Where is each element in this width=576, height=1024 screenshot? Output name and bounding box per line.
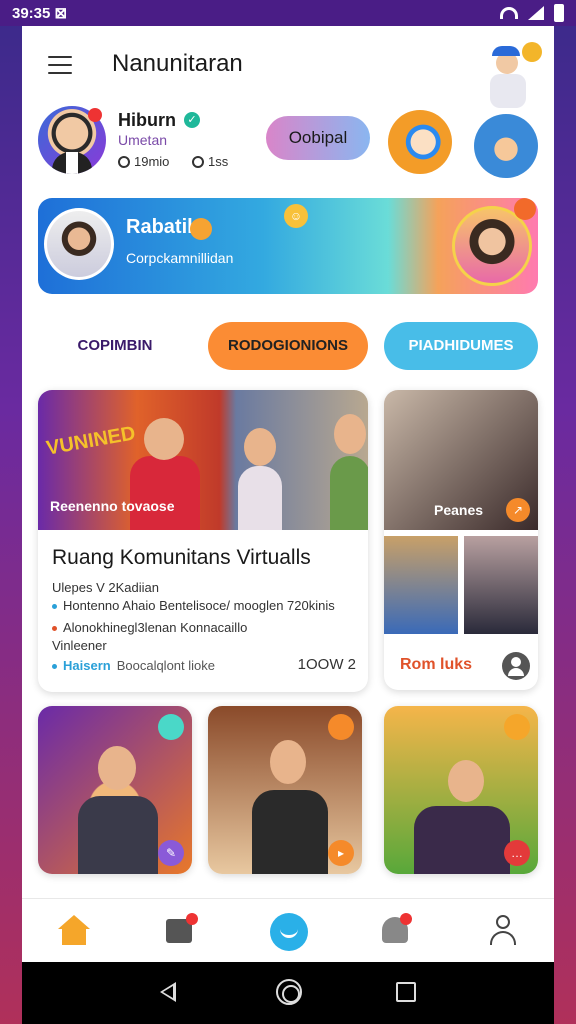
profile-icon[interactable] bbox=[486, 913, 522, 949]
verified-icon: ✓ bbox=[184, 112, 200, 128]
battery-icon bbox=[554, 4, 564, 22]
feature-footer: Haisern Boocalqlont lioke bbox=[52, 658, 215, 673]
tab-2[interactable]: RODOGIONIONS bbox=[208, 322, 368, 370]
stat-followers: 19mio bbox=[118, 154, 169, 169]
profile-name: Hiburn bbox=[118, 110, 176, 130]
status-bar: 39:35 ⊠ bbox=[0, 0, 576, 26]
feature-title: Ruang Komunitans Virtualls bbox=[52, 546, 311, 569]
system-nav-bar bbox=[22, 962, 554, 1024]
top-bar: Nanunitaran bbox=[22, 26, 554, 102]
avatar-badge-icon bbox=[158, 714, 184, 740]
feature-line: Vinleener bbox=[52, 638, 107, 653]
emoji-icon: ☺ bbox=[284, 204, 308, 228]
feature-image-text: VUNINED bbox=[44, 422, 138, 460]
app-screen: Nanunitaran Hiburn ✓ Umetan 19mio 1ss Oo… bbox=[22, 26, 554, 962]
side-thumb-1[interactable] bbox=[384, 536, 458, 634]
circle-icon bbox=[118, 155, 130, 168]
recent-apps-icon[interactable] bbox=[396, 982, 416, 1002]
sun-badge-icon bbox=[504, 714, 530, 740]
side-image-caption: Peanes bbox=[434, 502, 484, 518]
banner-subtitle: Corpckamnillidan bbox=[126, 250, 234, 266]
stat-following: 1ss bbox=[192, 154, 228, 169]
user-icon[interactable] bbox=[502, 652, 530, 680]
grid-card-2[interactable]: ▸ bbox=[208, 706, 362, 874]
tab-1[interactable]: COPIMBIN bbox=[38, 322, 192, 370]
feature-line: Ulepes V 2Kadiian bbox=[52, 580, 159, 595]
feature-image: VUNINED Reenenno tovaose bbox=[38, 390, 368, 530]
feature-image-caption: Reenenno tovaose bbox=[50, 498, 175, 514]
chat-icon[interactable] bbox=[270, 913, 308, 951]
coin-badge-icon bbox=[522, 42, 542, 62]
feature-footer-text: Boocalqlont lioke bbox=[116, 658, 215, 673]
chat-bubble-icon[interactable]: … bbox=[504, 840, 530, 866]
profile-role: Umetan bbox=[118, 132, 168, 148]
online-dot-icon bbox=[88, 108, 102, 122]
tab-3[interactable]: PIADHIDUMES bbox=[384, 322, 538, 370]
bottom-nav bbox=[22, 898, 554, 962]
promo-banner[interactable]: Rabatil Corpckamnillidan ☺ bbox=[38, 198, 538, 294]
media-icon[interactable] bbox=[164, 913, 200, 949]
edit-icon[interactable]: ✎ bbox=[158, 840, 184, 866]
star-badge-icon bbox=[328, 714, 354, 740]
profile-action-button[interactable]: Oobipal bbox=[266, 116, 370, 160]
circle-icon bbox=[192, 155, 204, 168]
status-icons bbox=[500, 4, 564, 22]
side-label: Rom luks bbox=[400, 656, 473, 673]
share-icon[interactable]: ↗ bbox=[506, 498, 530, 522]
stat-followers-value: 19mio bbox=[134, 154, 170, 169]
side-image: Peanes ↗ bbox=[384, 390, 538, 530]
wifi-icon bbox=[500, 7, 518, 19]
feature-count: 1OOW 2 bbox=[297, 656, 356, 673]
grid-card-1[interactable]: ✎ bbox=[38, 706, 192, 874]
menu-icon[interactable] bbox=[48, 56, 72, 74]
side-thumb-2[interactable] bbox=[464, 536, 538, 634]
mascot-avatar-2[interactable] bbox=[474, 114, 538, 178]
notification-icon[interactable] bbox=[378, 913, 414, 949]
banner-host-avatar bbox=[44, 208, 114, 280]
status-time: 39:35 ⊠ bbox=[12, 5, 68, 22]
side-card[interactable]: Peanes ↗ Rom luks bbox=[384, 390, 538, 690]
signal-icon bbox=[528, 6, 544, 20]
grid-card-3[interactable]: … bbox=[384, 706, 538, 874]
feature-line: Alonokhinegl3lenan Konnacaillo bbox=[52, 620, 247, 635]
play-icon[interactable]: ▸ bbox=[328, 840, 354, 866]
banner-corner-icon bbox=[514, 198, 536, 220]
banner-badge-icon bbox=[190, 218, 212, 240]
page-title: Nanunitaran bbox=[112, 50, 243, 77]
feature-card[interactable]: VUNINED Reenenno tovaose Ruang Komunitan… bbox=[38, 390, 368, 692]
system-home-icon[interactable] bbox=[276, 979, 302, 1005]
stat-following-value: 1ss bbox=[208, 154, 229, 169]
feature-line: Hontenno Ahaio Bentelisoce/ mooglen 720k… bbox=[52, 598, 335, 613]
back-icon[interactable] bbox=[160, 982, 176, 1002]
home-icon[interactable] bbox=[56, 913, 92, 949]
mascot-avatar-1[interactable] bbox=[388, 110, 452, 174]
banner-title: Rabatil bbox=[126, 216, 193, 238]
feature-footer-tag: Haisern bbox=[63, 658, 111, 673]
